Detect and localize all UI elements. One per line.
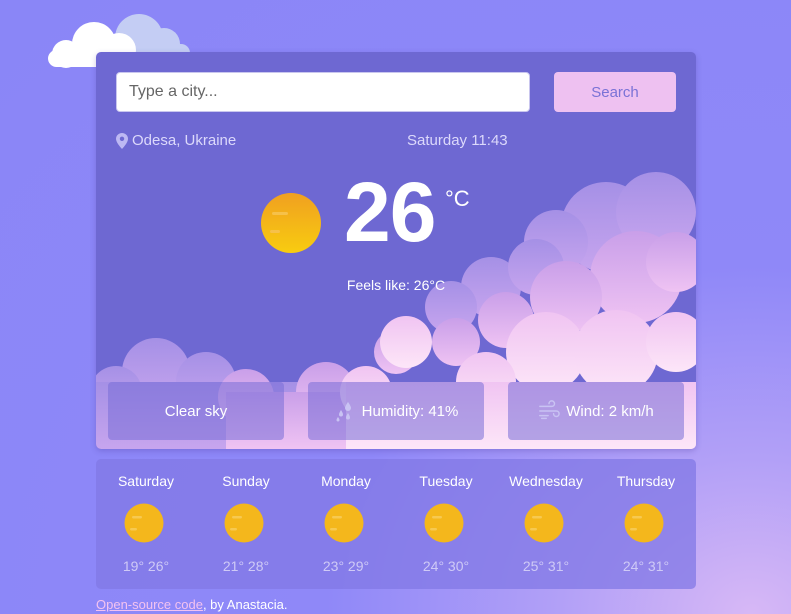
forecast-day-name: Wednesday	[509, 473, 583, 489]
forecast-temps: 25° 31°	[522, 558, 570, 574]
wind-icon	[539, 400, 561, 420]
description-tile: Clear sky	[108, 382, 284, 440]
sun-icon	[324, 503, 364, 543]
forecast-day: Saturday 19° 26°	[96, 459, 196, 589]
forecast-day: Thursday 24° 31°	[596, 459, 696, 589]
footer: Open-source code, by Anastacia.	[96, 597, 288, 612]
wind-text: Wind: 2 km/h	[566, 402, 654, 420]
current-temperature: 26	[344, 165, 436, 259]
forecast-day: Sunday 21° 28°	[196, 459, 296, 589]
location-text: Odesa, Ukraine	[132, 132, 237, 149]
temperature-unit[interactable]: °C	[445, 186, 470, 212]
weather-card: Search Odesa, Ukraine Saturday 11:43 26 …	[96, 52, 696, 449]
humidity-tile: Humidity: 41%	[308, 382, 484, 440]
forecast-day: Monday 23° 29°	[296, 459, 396, 589]
sun-icon	[624, 503, 664, 543]
sun-icon	[124, 503, 164, 543]
sun-icon	[224, 503, 264, 543]
forecast-day-name: Saturday	[117, 473, 175, 489]
current-datetime: Saturday 11:43	[407, 132, 508, 149]
forecast-temps: 23° 29°	[322, 558, 370, 574]
sun-icon	[424, 503, 464, 543]
wind-tile: Wind: 2 km/h	[508, 382, 684, 440]
forecast-panel: Saturday 19° 26° Sunday 21° 28° Monday 2…	[96, 459, 696, 589]
forecast-temps: 24° 30°	[422, 558, 470, 574]
forecast-day-name: Sunday	[222, 473, 270, 489]
forecast-temps: 19° 26°	[122, 558, 170, 574]
forecast-day-name: Thursday	[616, 473, 676, 489]
source-code-link[interactable]: Open-source code	[96, 597, 203, 612]
humidity-text: Humidity: 41%	[361, 402, 459, 420]
humidity-drops-icon	[336, 402, 351, 422]
forecast-day: Wednesday 25° 31°	[496, 459, 596, 589]
search-button[interactable]: Search	[554, 72, 676, 112]
location-pin-icon	[116, 132, 128, 149]
forecast-day-name: Monday	[321, 473, 371, 489]
forecast-day-name: Tuesday	[419, 473, 473, 489]
sun-icon	[261, 193, 321, 253]
weather-description: Clear sky	[164, 402, 228, 420]
sun-icon	[524, 503, 564, 543]
forecast-temps: 21° 28°	[222, 558, 270, 574]
location: Odesa, Ukraine	[116, 132, 236, 149]
feels-like: Feels like: 26°C	[346, 277, 446, 293]
forecast-temps: 24° 31°	[622, 558, 670, 574]
city-search-input[interactable]	[116, 72, 530, 112]
footer-author: , by Anastacia.	[202, 597, 288, 612]
forecast-day: Tuesday 24° 30°	[396, 459, 496, 589]
